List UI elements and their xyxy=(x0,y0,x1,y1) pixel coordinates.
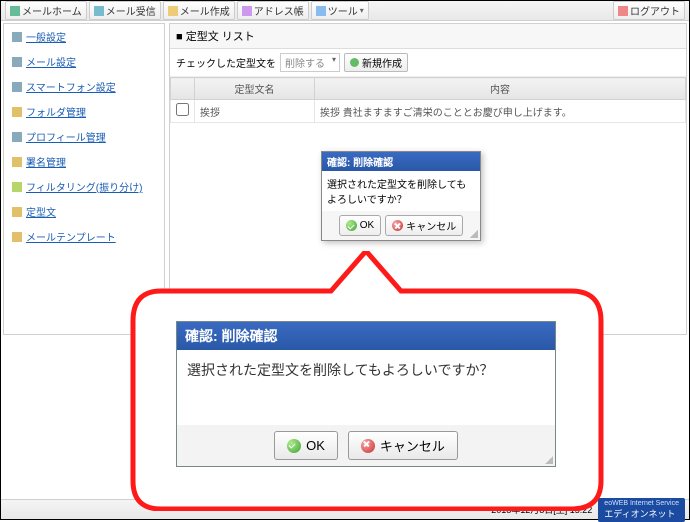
signature-icon xyxy=(12,157,22,167)
nav-mail-home[interactable]: メールホーム xyxy=(5,1,87,20)
bulk-action-value: 削除する xyxy=(285,59,325,70)
cancel-circle-icon xyxy=(361,439,375,453)
sidebar-item-smartphone[interactable]: スマートフォン設定 xyxy=(4,74,164,99)
cancel-label: キャンセル xyxy=(406,218,456,233)
folder-icon xyxy=(12,107,22,117)
brand-label: エディオンネット xyxy=(604,509,675,519)
home-icon xyxy=(10,6,20,16)
filter-icon xyxy=(12,182,22,192)
confirm-dialog-small: 確認: 削除確認 選択された定型文を削除してもよろしいですか？ OK キャンセル xyxy=(321,151,481,241)
panel-title: ■ 定型文 リスト xyxy=(170,24,686,49)
sidebar-label: プロフィール管理 xyxy=(26,129,106,144)
row-name: 挨拶 xyxy=(195,100,315,123)
nav-mail-home-label: メールホーム xyxy=(22,3,82,18)
sidebar-item-filter[interactable]: フィルタリング(振り分け) xyxy=(4,174,164,199)
compose-icon xyxy=(168,6,178,16)
confirm-dialog-large: 確認: 削除確認 選択された定型文を削除してもよろしいですか？ OK キャンセル xyxy=(176,321,556,467)
plus-icon xyxy=(350,58,359,67)
top-toolbar: メールホーム メール受信 メール作成 アドレス帳 ツール ▾ ログアウト xyxy=(1,1,689,21)
phone-icon xyxy=(12,82,22,92)
check-label: チェックした定型文を xyxy=(176,55,276,70)
nav-mail-receive-label: メール受信 xyxy=(106,3,156,18)
cancel-button[interactable]: キャンセル xyxy=(385,215,463,236)
dialog-message: 選択された定型文を削除してもよろしいですか？ xyxy=(177,350,555,425)
addressbook-icon xyxy=(242,6,252,16)
logout-label: ログアウト xyxy=(630,3,680,18)
nav-mail-receive[interactable]: メール受信 xyxy=(89,1,161,20)
template-table: 定型文名 内容 挨拶 挨拶 貴社ますますご清栄のこととお慶び申し上げます。 xyxy=(170,77,686,123)
sidebar-label: スマートフォン設定 xyxy=(26,79,116,94)
col-name: 定型文名 xyxy=(195,78,315,100)
logout-button[interactable]: ログアウト xyxy=(613,1,685,20)
ok-button[interactable]: OK xyxy=(339,215,381,236)
mail-icon xyxy=(12,57,22,67)
resize-grabber-icon[interactable] xyxy=(543,454,553,464)
logout-icon xyxy=(618,6,628,16)
table-row[interactable]: 挨拶 挨拶 貴社ますますご清栄のこととお慶び申し上げます。 xyxy=(171,100,686,123)
dropdown-icon: ▾ xyxy=(360,6,364,15)
sidebar-label: フィルタリング(振り分け) xyxy=(26,179,142,194)
sidebar-item-mail[interactable]: メール設定 xyxy=(4,49,164,74)
ok-button[interactable]: OK xyxy=(274,431,338,460)
nav-mail-compose-label: メール作成 xyxy=(180,3,230,18)
cancel-circle-icon xyxy=(392,220,403,231)
sidebar-label: メールテンプレート xyxy=(26,229,116,244)
chevron-down-icon: ▾ xyxy=(332,55,336,64)
sidebar-item-template-text[interactable]: 定型文 xyxy=(4,199,164,224)
inbox-icon xyxy=(94,6,104,16)
dialog-title: 確認: 削除確認 xyxy=(177,322,555,350)
nav-address-book[interactable]: アドレス帳 xyxy=(237,1,309,20)
profile-icon xyxy=(12,132,22,142)
cancel-label: キャンセル xyxy=(380,436,445,455)
nav-mail-compose[interactable]: メール作成 xyxy=(163,1,235,20)
dialog-message: 選択された定型文を削除してもよろしいですか？ xyxy=(322,171,480,211)
tools-icon xyxy=(316,6,326,16)
bulk-action-select[interactable]: 削除する ▾ xyxy=(280,53,340,72)
sidebar-item-folder[interactable]: フォルダ管理 xyxy=(4,99,164,124)
sidebar-label: 署名管理 xyxy=(26,154,66,169)
sidebar-item-mail-template[interactable]: メールテンプレート xyxy=(4,224,164,249)
resize-grabber-icon[interactable] xyxy=(468,228,478,238)
brand-small: eoWEB Internet Service xyxy=(604,500,679,507)
sidebar-item-signature[interactable]: 署名管理 xyxy=(4,149,164,174)
nav-tools-label: ツール xyxy=(328,3,358,18)
sidebar-item-general[interactable]: 一般設定 xyxy=(4,24,164,49)
ok-label: OK xyxy=(306,438,325,453)
row-content: 挨拶 貴社ますますご清栄のこととお慶び申し上げます。 xyxy=(315,100,686,123)
template-icon xyxy=(12,207,22,217)
cancel-button[interactable]: キャンセル xyxy=(348,431,458,460)
row-checkbox[interactable] xyxy=(176,103,189,116)
new-button[interactable]: 新規作成 xyxy=(344,53,408,72)
sidebar-item-profile[interactable]: プロフィール管理 xyxy=(4,124,164,149)
nav-tools[interactable]: ツール ▾ xyxy=(311,1,369,20)
col-checkbox xyxy=(171,78,195,100)
new-button-label: 新規作成 xyxy=(362,55,402,70)
panel-toolbar: チェックした定型文を 削除する ▾ 新規作成 xyxy=(170,49,686,77)
sidebar-label: 一般設定 xyxy=(26,29,66,44)
check-circle-icon xyxy=(346,220,357,231)
top-toolbar-left: メールホーム メール受信 メール作成 アドレス帳 ツール ▾ xyxy=(5,1,369,20)
sidebar-label: 定型文 xyxy=(26,204,56,219)
sidebar-label: メール設定 xyxy=(26,54,76,69)
ok-label: OK xyxy=(360,220,374,231)
callout: 確認: 削除確認 選択された定型文を削除してもよろしいですか？ OK キャンセル xyxy=(121,251,611,511)
mail-template-icon xyxy=(12,232,22,242)
check-circle-icon xyxy=(287,439,301,453)
sidebar-label: フォルダ管理 xyxy=(26,104,86,119)
col-content: 内容 xyxy=(315,78,686,100)
brand-badge: eoWEB Internet Service エディオンネット xyxy=(598,498,685,522)
nav-address-book-label: アドレス帳 xyxy=(254,3,304,18)
dialog-title: 確認: 削除確認 xyxy=(322,152,480,171)
gear-icon xyxy=(12,32,22,42)
